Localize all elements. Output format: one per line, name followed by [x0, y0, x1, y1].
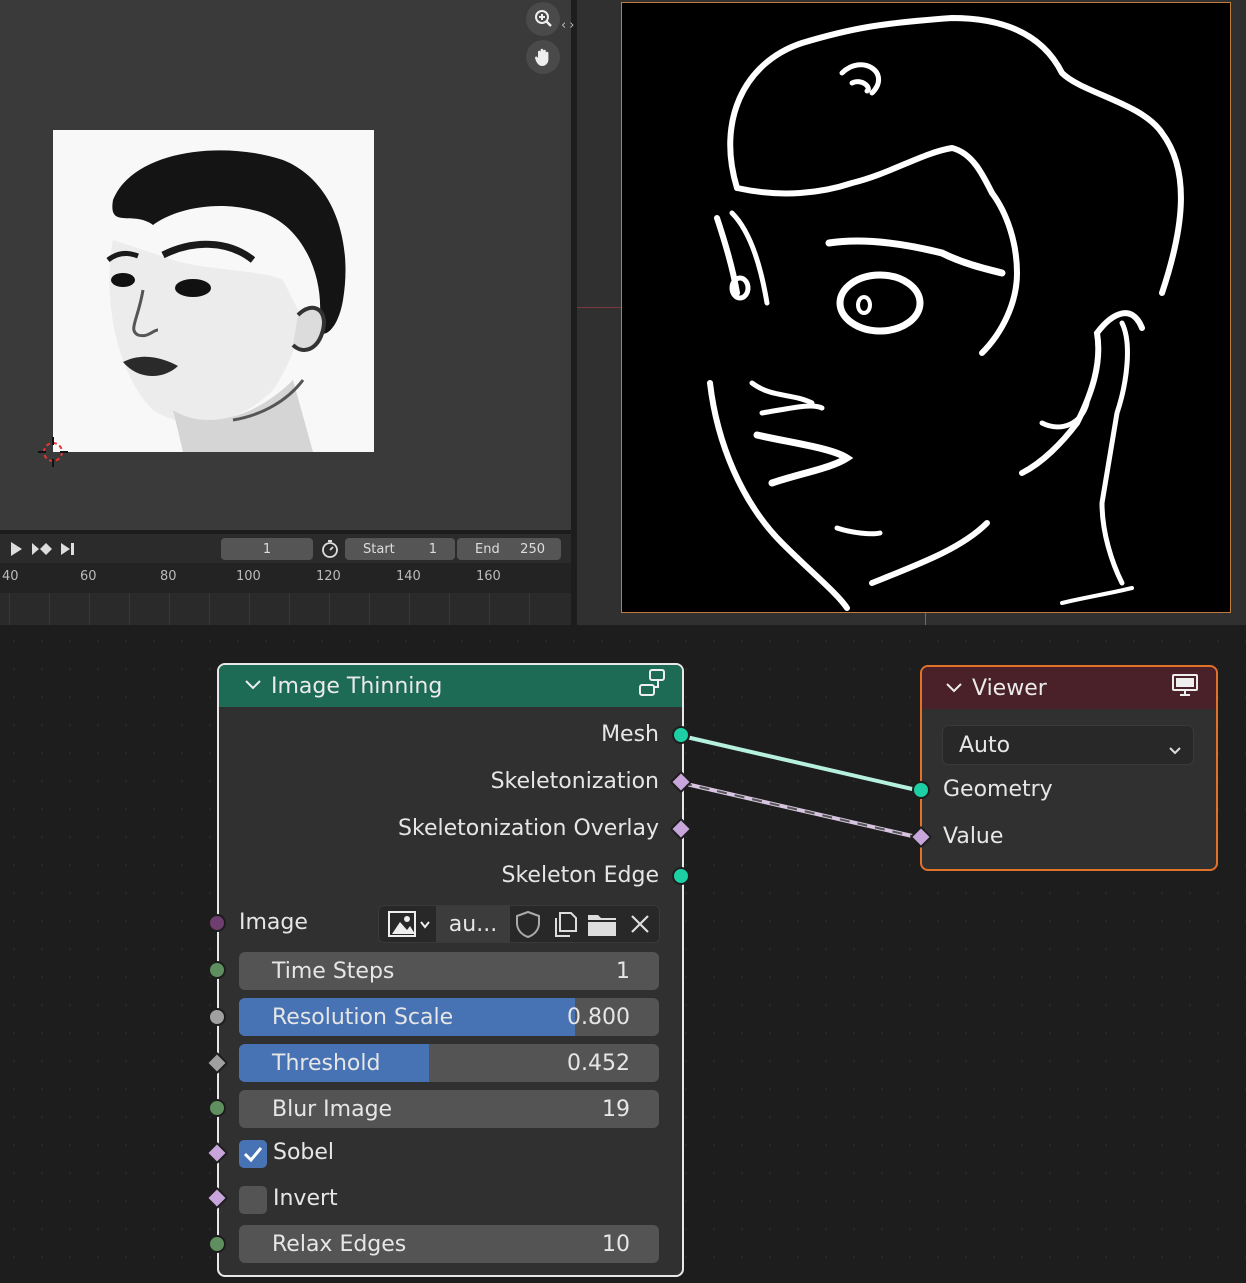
output-label-skeleton-edge: Skeleton Edge: [501, 863, 660, 888]
ruler-label: 80: [160, 569, 177, 584]
end-value: 250: [520, 541, 545, 557]
viewer-domain-dropdown[interactable]: Auto: [942, 725, 1194, 765]
image-viewport[interactable]: ‹›: [0, 0, 574, 530]
time-steps-field[interactable]: Time Steps 1: [239, 952, 659, 990]
viewer-viewport[interactable]: [577, 0, 1246, 625]
jump-keyframe-icon[interactable]: [31, 540, 53, 558]
duplicate-icon[interactable]: [549, 909, 581, 943]
value-input-label: Value: [943, 824, 1004, 849]
ruler-label: 140: [396, 569, 421, 584]
time-steps-label: Time Steps: [272, 959, 395, 984]
threshold-slider[interactable]: Threshold 0.452: [239, 1044, 659, 1082]
input-socket-resolution-scale[interactable]: [208, 1008, 226, 1026]
chevron-down-icon[interactable]: [243, 676, 263, 697]
node-group-icon[interactable]: [636, 667, 668, 705]
area-split-arrows-icon[interactable]: ‹›: [561, 18, 577, 33]
edge-output-image: [621, 2, 1231, 613]
checkmark-icon: [243, 1147, 263, 1163]
output-socket-skeleton-edge[interactable]: [672, 867, 690, 885]
ruler-label: 60: [80, 569, 97, 584]
image-browse-icon[interactable]: [383, 907, 435, 941]
relax-edges-field[interactable]: Relax Edges 10: [239, 1225, 659, 1263]
current-frame-field[interactable]: 1: [221, 538, 313, 560]
folder-icon[interactable]: [585, 909, 619, 943]
ruler-label: 100: [236, 569, 261, 584]
invert-checkbox[interactable]: [239, 1186, 267, 1214]
output-label-mesh: Mesh: [601, 722, 659, 747]
play-icon[interactable]: [8, 540, 24, 558]
current-frame-value: 1: [262, 541, 272, 557]
relax-edges-value: 10: [602, 1232, 630, 1257]
input-socket-time-steps[interactable]: [208, 961, 226, 979]
end-frame-field[interactable]: End 250: [457, 538, 561, 560]
dropdown-value: Auto: [959, 733, 1011, 758]
end-label: End: [475, 541, 500, 557]
input-socket-blur-image[interactable]: [208, 1099, 226, 1117]
x-axis-line: [577, 307, 621, 308]
ruler-label: 120: [316, 569, 341, 584]
input-socket-image[interactable]: [208, 914, 226, 932]
hand-pan-icon[interactable]: [526, 40, 560, 74]
jump-end-icon[interactable]: [58, 540, 76, 558]
chevron-down-icon[interactable]: [944, 676, 964, 701]
image-name-field[interactable]: au...: [436, 906, 510, 942]
resolution-scale-value: 0.800: [567, 1005, 630, 1030]
geometry-input-label: Geometry: [943, 777, 1053, 802]
blur-image-label: Blur Image: [272, 1097, 393, 1122]
start-label: Start: [363, 541, 395, 557]
sobel-checkbox[interactable]: [239, 1140, 267, 1168]
timeline-ruler[interactable]: 40 60 80 100 120 140 160: [0, 563, 571, 593]
output-label-skeletonization: Skeletonization: [490, 769, 659, 794]
invert-label: Invert: [273, 1186, 338, 1211]
input-socket-relax-edges[interactable]: [208, 1235, 226, 1253]
sobel-label: Sobel: [273, 1140, 335, 1165]
blur-image-value: 19: [602, 1097, 630, 1122]
image-input-label: Image: [239, 910, 308, 935]
node-title: Image Thinning: [271, 673, 443, 699]
start-value: 1: [428, 541, 437, 557]
timeline-track[interactable]: [0, 593, 571, 625]
threshold-value: 0.452: [567, 1051, 630, 1076]
blur-image-field[interactable]: Blur Image 19: [239, 1090, 659, 1128]
monitor-icon[interactable]: [1170, 672, 1200, 704]
shield-icon[interactable]: [512, 909, 544, 943]
resolution-scale-label: Resolution Scale: [272, 1005, 454, 1030]
close-icon[interactable]: [627, 910, 653, 942]
relax-edges-label: Relax Edges: [272, 1232, 407, 1257]
viewer-header[interactable]: Viewer: [922, 667, 1216, 709]
input-socket-geometry[interactable]: [912, 781, 930, 799]
timeline-header: 1 Start 1 End 250: [0, 533, 571, 563]
image-thinning-header[interactable]: Image Thinning: [219, 665, 682, 707]
ruler-label: 40: [2, 569, 19, 584]
stopwatch-icon[interactable]: [320, 539, 340, 558]
y-axis-line: [925, 613, 926, 625]
output-label-skeletonization-overlay: Skeletonization Overlay: [398, 816, 659, 841]
3d-cursor-icon[interactable]: [38, 437, 68, 467]
threshold-label: Threshold: [272, 1051, 381, 1076]
source-portrait-image: [53, 130, 374, 452]
time-steps-value: 1: [616, 959, 630, 984]
start-frame-field[interactable]: Start 1: [345, 538, 455, 560]
output-socket-mesh[interactable]: [672, 726, 690, 744]
ruler-label: 160: [476, 569, 501, 584]
node-title: Viewer: [972, 675, 1047, 701]
chevron-down-icon: [1167, 738, 1183, 763]
image-selector: au...: [378, 905, 660, 943]
zoom-icon[interactable]: [526, 2, 560, 36]
resolution-scale-slider[interactable]: Resolution Scale 0.800: [239, 998, 659, 1036]
